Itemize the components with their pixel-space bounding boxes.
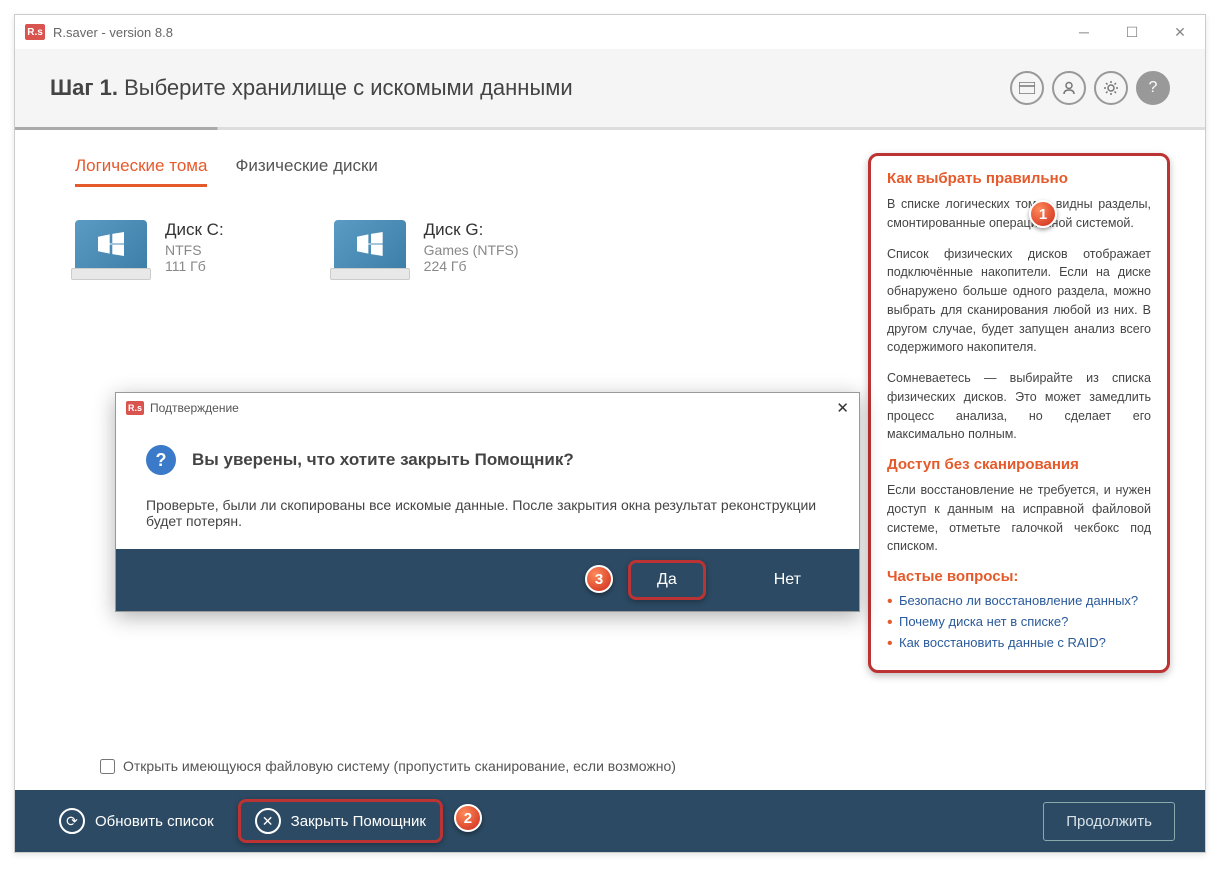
dialog-footer: Да 3 Нет	[116, 549, 859, 611]
disk-icon	[75, 220, 147, 282]
annotation-badge-1: 1	[1029, 200, 1057, 228]
dialog-titlebar: R.s Подтверждение ✕	[116, 393, 859, 423]
user-icon[interactable]	[1052, 71, 1086, 105]
refresh-label: Обновить список	[95, 813, 214, 830]
disk-icon	[334, 220, 406, 282]
dialog-question: Вы уверены, что хотите закрыть Помощник?	[192, 450, 574, 470]
tab-physical-disks[interactable]: Физические диски	[235, 148, 377, 187]
disk-size: 111 Гб	[165, 258, 224, 274]
disk-item[interactable]: Диск C: NTFS 111 Гб	[75, 220, 224, 282]
faq-list: Безопасно ли восстановление данных? Поче…	[887, 593, 1151, 650]
disk-size: 224 Гб	[424, 258, 519, 274]
minimize-button[interactable]: ─	[1069, 17, 1099, 47]
refresh-button[interactable]: ⟳ Обновить список	[45, 798, 228, 844]
continue-button[interactable]: Продолжить	[1043, 802, 1175, 841]
dialog-title-text: Подтверждение	[150, 401, 239, 415]
disk-info: Диск G: Games (NTFS) 224 Гб	[424, 220, 519, 274]
disk-list: Диск C: NTFS 111 Гб Диск G: Games (NTFS)…	[75, 220, 850, 282]
help-icon[interactable]: ?	[1136, 71, 1170, 105]
header-toolbar: ?	[1010, 71, 1170, 105]
confirm-dialog: R.s Подтверждение ✕ ? Вы уверены, что хо…	[115, 392, 860, 612]
question-icon: ?	[146, 445, 176, 475]
disk-name: Диск G:	[424, 220, 519, 240]
help-panel: Как выбрать правильно В списке логически…	[868, 153, 1170, 673]
disk-name: Диск C:	[165, 220, 224, 240]
disk-item[interactable]: Диск G: Games (NTFS) 224 Гб	[334, 220, 519, 282]
tabs: Логические тома Физические диски	[75, 148, 850, 188]
dialog-question-row: ? Вы уверены, что хотите закрыть Помощни…	[146, 445, 829, 475]
refresh-icon: ⟳	[59, 808, 85, 834]
window-title: R.saver - version 8.8	[53, 25, 1069, 40]
yes-button[interactable]: Да 3	[628, 560, 706, 600]
help-paragraph: Список физических дисков отображает подк…	[887, 245, 1151, 358]
help-heading: Частые вопросы:	[887, 568, 1151, 585]
close-icon: ✕	[255, 808, 281, 834]
skip-scan-label: Открыть имеющуюся файловую систему (проп…	[123, 758, 676, 774]
faq-link[interactable]: Как восстановить данные с RAID?	[899, 635, 1151, 650]
help-paragraph: Если восстановление не требуется, и нуже…	[887, 481, 1151, 556]
page-title: Шаг 1. Выберите хранилище с искомыми дан…	[50, 75, 1010, 101]
disk-filesystem: NTFS	[165, 242, 224, 258]
step-number: Шаг 1.	[50, 75, 118, 100]
close-assistant-label: Закрыть Помощник	[291, 813, 426, 830]
tab-logical-volumes[interactable]: Логические тома	[75, 148, 207, 187]
annotation-badge-3: 3	[585, 565, 613, 593]
close-assistant-button[interactable]: ✕ Закрыть Помощник 2	[238, 799, 443, 843]
step-description: Выберите хранилище с искомыми данными	[118, 75, 573, 100]
help-heading: Доступ без сканирования	[887, 456, 1151, 473]
skip-scan-checkbox-row: Открыть имеющуюся файловую систему (проп…	[100, 758, 676, 774]
help-heading: Как выбрать правильно	[887, 170, 1151, 187]
dialog-logo: R.s	[126, 401, 144, 415]
maximize-button[interactable]: ☐	[1117, 17, 1147, 47]
no-button[interactable]: Нет	[744, 561, 831, 599]
help-paragraph: Сомневаетесь — выбирайте из списка физич…	[887, 369, 1151, 444]
close-window-button[interactable]: ✕	[1165, 17, 1195, 47]
yes-label: Да	[657, 571, 677, 588]
disk-info: Диск C: NTFS 111 Гб	[165, 220, 224, 274]
disk-filesystem: Games (NTFS)	[424, 242, 519, 258]
faq-link[interactable]: Безопасно ли восстановление данных?	[899, 593, 1151, 608]
dialog-body: ? Вы уверены, что хотите закрыть Помощни…	[116, 423, 859, 549]
page-header: Шаг 1. Выберите хранилище с искомыми дан…	[15, 49, 1205, 127]
skip-scan-checkbox[interactable]	[100, 759, 115, 774]
help-paragraph: В списке логических томов видны разделы,…	[887, 195, 1151, 233]
annotation-badge-2: 2	[454, 804, 482, 832]
gear-icon[interactable]	[1094, 71, 1128, 105]
dialog-close-button[interactable]: ✕	[836, 399, 849, 417]
dialog-message: Проверьте, были ли скопированы все иском…	[146, 497, 829, 529]
footer-bar: ⟳ Обновить список ✕ Закрыть Помощник 2 П…	[15, 790, 1205, 852]
titlebar: R.s R.saver - version 8.8 ─ ☐ ✕	[15, 15, 1205, 49]
app-logo: R.s	[25, 24, 45, 40]
window-controls: ─ ☐ ✕	[1069, 17, 1195, 47]
faq-link[interactable]: Почему диска нет в списке?	[899, 614, 1151, 629]
card-icon[interactable]	[1010, 71, 1044, 105]
